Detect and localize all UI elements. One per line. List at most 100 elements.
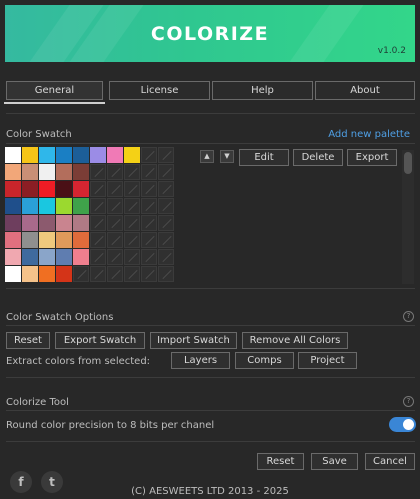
- color-swatch-cell[interactable]: [73, 232, 89, 248]
- color-swatch-cell[interactable]: [22, 232, 38, 248]
- empty-swatch-cell[interactable]: [124, 198, 140, 214]
- color-swatch-cell[interactable]: [56, 232, 72, 248]
- color-swatch-cell[interactable]: [39, 198, 55, 214]
- save-button[interactable]: Save: [311, 453, 358, 470]
- empty-swatch-cell[interactable]: [158, 198, 174, 214]
- add-new-palette-link[interactable]: Add new palette: [328, 129, 410, 140]
- color-swatch-cell[interactable]: [124, 147, 140, 163]
- color-swatch-cell[interactable]: [39, 147, 55, 163]
- layers-button[interactable]: Layers: [171, 352, 230, 369]
- empty-swatch-cell[interactable]: [107, 181, 123, 197]
- color-swatch-cell[interactable]: [56, 266, 72, 282]
- empty-swatch-cell[interactable]: [124, 266, 140, 282]
- color-swatch-cell[interactable]: [5, 147, 21, 163]
- color-swatch-cell[interactable]: [5, 198, 21, 214]
- help-icon[interactable]: ?: [403, 396, 414, 407]
- color-swatch-cell[interactable]: [56, 164, 72, 180]
- empty-swatch-cell[interactable]: [73, 266, 89, 282]
- empty-swatch-cell[interactable]: [158, 232, 174, 248]
- color-swatch-cell[interactable]: [5, 164, 21, 180]
- color-swatch-cell[interactable]: [73, 147, 89, 163]
- reset-swatch-button[interactable]: Reset: [6, 332, 50, 349]
- color-swatch-cell[interactable]: [56, 249, 72, 265]
- color-swatch-cell[interactable]: [39, 164, 55, 180]
- cancel-button[interactable]: Cancel: [365, 453, 415, 470]
- edit-button[interactable]: Edit: [239, 149, 289, 166]
- color-swatch-cell[interactable]: [39, 232, 55, 248]
- color-swatch-cell[interactable]: [22, 215, 38, 231]
- color-swatch-cell[interactable]: [90, 147, 106, 163]
- color-swatch-cell[interactable]: [39, 181, 55, 197]
- empty-swatch-cell[interactable]: [107, 266, 123, 282]
- empty-swatch-cell[interactable]: [124, 232, 140, 248]
- color-swatch-cell[interactable]: [56, 198, 72, 214]
- tab-general[interactable]: General: [6, 81, 103, 100]
- empty-swatch-cell[interactable]: [141, 266, 157, 282]
- color-swatch-cell[interactable]: [73, 198, 89, 214]
- empty-swatch-cell[interactable]: [158, 215, 174, 231]
- color-swatch-cell[interactable]: [5, 181, 21, 197]
- empty-swatch-cell[interactable]: [107, 198, 123, 214]
- tab-help[interactable]: Help: [212, 81, 313, 100]
- color-swatch-cell[interactable]: [39, 249, 55, 265]
- color-swatch-cell[interactable]: [22, 164, 38, 180]
- empty-swatch-cell[interactable]: [107, 164, 123, 180]
- empty-swatch-cell[interactable]: [141, 249, 157, 265]
- color-swatch-cell[interactable]: [56, 215, 72, 231]
- color-swatch-cell[interactable]: [73, 181, 89, 197]
- empty-swatch-cell[interactable]: [158, 181, 174, 197]
- delete-button[interactable]: Delete: [293, 149, 343, 166]
- empty-swatch-cell[interactable]: [124, 164, 140, 180]
- color-swatch-cell[interactable]: [5, 232, 21, 248]
- empty-swatch-cell[interactable]: [90, 215, 106, 231]
- empty-swatch-cell[interactable]: [107, 249, 123, 265]
- export-swatch-button[interactable]: Export Swatch: [55, 332, 145, 349]
- empty-swatch-cell[interactable]: [141, 215, 157, 231]
- move-up-button[interactable]: ▲: [200, 150, 214, 163]
- color-swatch-cell[interactable]: [22, 266, 38, 282]
- round-precision-toggle[interactable]: [389, 417, 416, 432]
- color-swatch-cell[interactable]: [56, 181, 72, 197]
- empty-swatch-cell[interactable]: [90, 232, 106, 248]
- color-swatch-cell[interactable]: [39, 215, 55, 231]
- reset-button[interactable]: Reset: [257, 453, 304, 470]
- empty-swatch-cell[interactable]: [158, 147, 174, 163]
- empty-swatch-cell[interactable]: [90, 164, 106, 180]
- empty-swatch-cell[interactable]: [158, 266, 174, 282]
- empty-swatch-cell[interactable]: [141, 164, 157, 180]
- import-swatch-button[interactable]: Import Swatch: [150, 332, 237, 349]
- move-down-button[interactable]: ▼: [220, 150, 234, 163]
- tab-license[interactable]: License: [109, 81, 210, 100]
- color-swatch-cell[interactable]: [107, 147, 123, 163]
- swatch-scrollbar-thumb[interactable]: [404, 152, 412, 174]
- project-button[interactable]: Project: [298, 352, 357, 369]
- empty-swatch-cell[interactable]: [90, 249, 106, 265]
- color-swatch-cell[interactable]: [73, 164, 89, 180]
- color-swatch-cell[interactable]: [22, 198, 38, 214]
- color-swatch-cell[interactable]: [22, 181, 38, 197]
- empty-swatch-cell[interactable]: [158, 249, 174, 265]
- export-button[interactable]: Export: [347, 149, 397, 166]
- empty-swatch-cell[interactable]: [107, 232, 123, 248]
- color-swatch-cell[interactable]: [5, 249, 21, 265]
- tab-about[interactable]: About: [315, 81, 415, 100]
- empty-swatch-cell[interactable]: [124, 249, 140, 265]
- color-swatch-cell[interactable]: [73, 215, 89, 231]
- empty-swatch-cell[interactable]: [90, 266, 106, 282]
- empty-swatch-cell[interactable]: [158, 164, 174, 180]
- comps-button[interactable]: Comps: [235, 352, 294, 369]
- empty-swatch-cell[interactable]: [107, 215, 123, 231]
- empty-swatch-cell[interactable]: [90, 198, 106, 214]
- color-swatch-cell[interactable]: [39, 266, 55, 282]
- color-swatch-cell[interactable]: [56, 147, 72, 163]
- empty-swatch-cell[interactable]: [141, 198, 157, 214]
- empty-swatch-cell[interactable]: [141, 232, 157, 248]
- empty-swatch-cell[interactable]: [124, 215, 140, 231]
- color-swatch-cell[interactable]: [5, 266, 21, 282]
- color-swatch-cell[interactable]: [22, 147, 38, 163]
- color-swatch-cell[interactable]: [5, 215, 21, 231]
- color-swatch-cell[interactable]: [73, 249, 89, 265]
- empty-swatch-cell[interactable]: [124, 181, 140, 197]
- remove-all-colors-button[interactable]: Remove All Colors: [242, 332, 348, 349]
- empty-swatch-cell[interactable]: [141, 181, 157, 197]
